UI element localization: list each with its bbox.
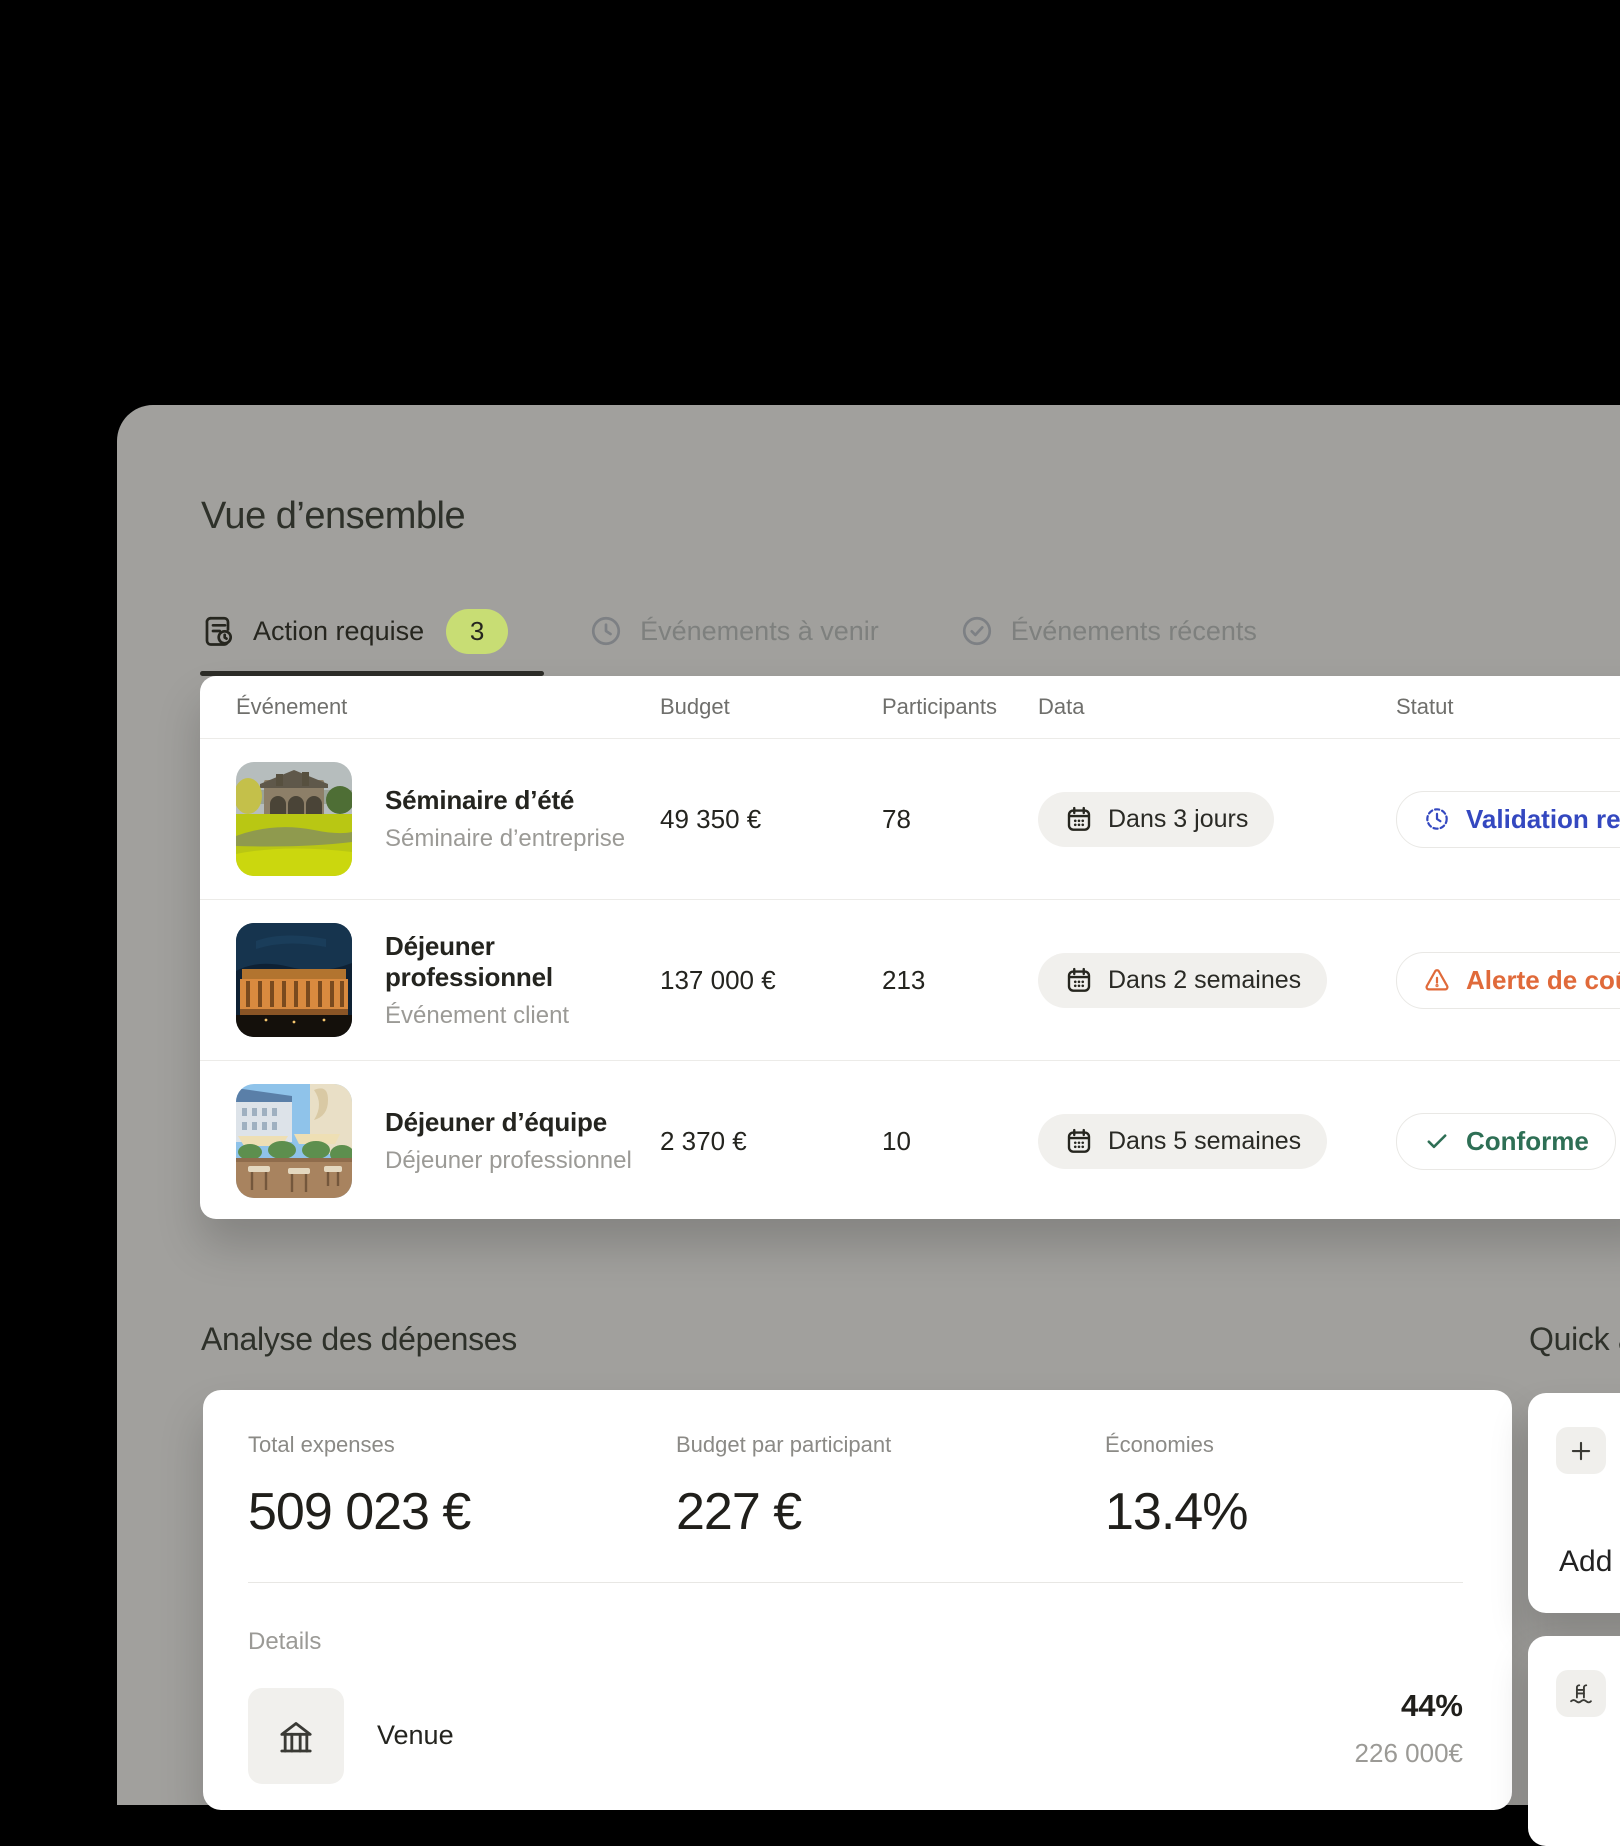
status-badge[interactable]: Conforme bbox=[1396, 1113, 1616, 1170]
tab-bar: Action requise 3 Événements à venir Évén… bbox=[201, 603, 1257, 659]
calendar-icon bbox=[1064, 1126, 1094, 1156]
screenshot-root: { "page": { "title": "Vue d’ensemble" },… bbox=[0, 0, 1620, 1740]
quick-card-label: Add event bbox=[1559, 1545, 1620, 1579]
tab-evenements-recents[interactable]: Événements récents bbox=[959, 613, 1257, 649]
status-label: Alerte de coût bbox=[1466, 965, 1620, 996]
app-window: Vue d’ensemble Action requise 3 bbox=[117, 405, 1620, 1805]
stats-row: Total expenses 509 023 € Budget par part… bbox=[248, 1432, 1463, 1542]
detail-name: Venue bbox=[377, 1720, 454, 1751]
event-thumbnail-night-monument bbox=[236, 923, 352, 1037]
stat-value-budget-participant: 227 € bbox=[676, 1482, 1105, 1542]
events-table: Événement Budget Participants Data Statu… bbox=[200, 676, 1620, 1219]
tab-label: Événements récents bbox=[1011, 616, 1257, 647]
event-date-label: Dans 5 semaines bbox=[1108, 1127, 1301, 1156]
table-row[interactable]: Déjeuner d’équipe Déjeuner professionnel… bbox=[200, 1061, 1620, 1219]
event-date-chip[interactable]: Dans 3 jours bbox=[1038, 792, 1274, 847]
event-thumbnail-estate bbox=[236, 762, 352, 876]
quick-card-pool[interactable] bbox=[1528, 1636, 1620, 1846]
col-header-budget: Budget bbox=[660, 694, 882, 720]
pool-ladder-icon[interactable] bbox=[1556, 1670, 1606, 1717]
expense-analysis-card: Total expenses 509 023 € Budget par part… bbox=[203, 1390, 1512, 1810]
event-budget: 2 370 € bbox=[660, 1126, 882, 1157]
event-date-label: Dans 2 semaines bbox=[1108, 966, 1301, 995]
check-circle-icon bbox=[959, 613, 995, 649]
event-title: Déjeuner d’équipe bbox=[385, 1107, 632, 1138]
event-date-label: Dans 3 jours bbox=[1108, 805, 1248, 834]
col-header-evenement: Événement bbox=[200, 694, 660, 720]
tab-evenements-a-venir[interactable]: Événements à venir bbox=[588, 613, 879, 649]
event-date-chip[interactable]: Dans 2 semaines bbox=[1038, 953, 1327, 1008]
event-date-chip[interactable]: Dans 5 semaines bbox=[1038, 1114, 1327, 1169]
stat-label-total-expenses: Total expenses bbox=[248, 1432, 676, 1458]
event-participants: 10 bbox=[882, 1126, 1038, 1157]
tab-label: Action requise bbox=[253, 616, 424, 647]
detail-row-venue[interactable]: Venue 44% 226 000€ bbox=[248, 1688, 1463, 1784]
stat-label-economies: Économies bbox=[1105, 1432, 1463, 1458]
event-title: Déjeuner professionnel bbox=[385, 931, 660, 993]
status-label: Validation requise bbox=[1466, 804, 1620, 835]
event-title: Séminaire d’été bbox=[385, 785, 625, 816]
analysis-section-heading: Analyse des dépenses bbox=[201, 1321, 517, 1358]
quick-actions-heading: Quick actions bbox=[1529, 1321, 1620, 1358]
stat-value-total-expenses: 509 023 € bbox=[248, 1482, 676, 1542]
tab-action-requise[interactable]: Action requise 3 bbox=[201, 609, 508, 654]
event-participants: 78 bbox=[882, 804, 1038, 835]
calendar-icon bbox=[1064, 965, 1094, 995]
tab-label: Événements à venir bbox=[640, 616, 879, 647]
col-header-statut: Statut bbox=[1396, 694, 1620, 720]
status-badge[interactable]: Validation requise bbox=[1396, 791, 1620, 848]
status-label: Conforme bbox=[1466, 1126, 1589, 1157]
card-divider bbox=[248, 1582, 1463, 1583]
table-header-row: Événement Budget Participants Data Statu… bbox=[200, 676, 1620, 739]
calendar-icon bbox=[1064, 804, 1094, 834]
detail-amount: 226 000€ bbox=[1355, 1738, 1463, 1769]
table-row[interactable]: Séminaire d’été Séminaire d’entreprise 4… bbox=[200, 739, 1620, 900]
table-row[interactable]: Déjeuner professionnel Événement client … bbox=[200, 900, 1620, 1061]
page-title: Vue d’ensemble bbox=[201, 495, 465, 538]
warning-triangle-icon bbox=[1423, 966, 1451, 994]
event-budget: 137 000 € bbox=[660, 965, 882, 996]
details-label: Details bbox=[248, 1628, 321, 1656]
event-thumbnail-terrace bbox=[236, 1084, 352, 1198]
event-participants: 213 bbox=[882, 965, 1038, 996]
plus-icon[interactable] bbox=[1556, 1427, 1606, 1474]
quick-card-add-event[interactable]: Add event bbox=[1528, 1393, 1620, 1613]
stat-value-economies: 13.4% bbox=[1105, 1482, 1463, 1542]
stat-label-budget-participant: Budget par participant bbox=[676, 1432, 1105, 1458]
event-subtitle: Séminaire d’entreprise bbox=[385, 825, 625, 853]
venue-building-icon bbox=[248, 1688, 344, 1784]
col-header-participants: Participants bbox=[882, 694, 1038, 720]
event-subtitle: Déjeuner professionnel bbox=[385, 1147, 632, 1175]
detail-percent: 44% bbox=[1355, 1688, 1463, 1724]
note-clock-icon bbox=[201, 613, 237, 649]
tab-count-badge: 3 bbox=[446, 609, 508, 654]
col-header-data: Data bbox=[1038, 694, 1396, 720]
pending-clock-icon bbox=[1423, 805, 1451, 833]
event-budget: 49 350 € bbox=[660, 804, 882, 835]
history-clock-icon bbox=[588, 613, 624, 649]
active-tab-underline bbox=[200, 671, 544, 676]
status-badge[interactable]: Alerte de coût bbox=[1396, 952, 1620, 1009]
check-icon bbox=[1423, 1127, 1451, 1155]
event-subtitle: Événement client bbox=[385, 1002, 660, 1030]
